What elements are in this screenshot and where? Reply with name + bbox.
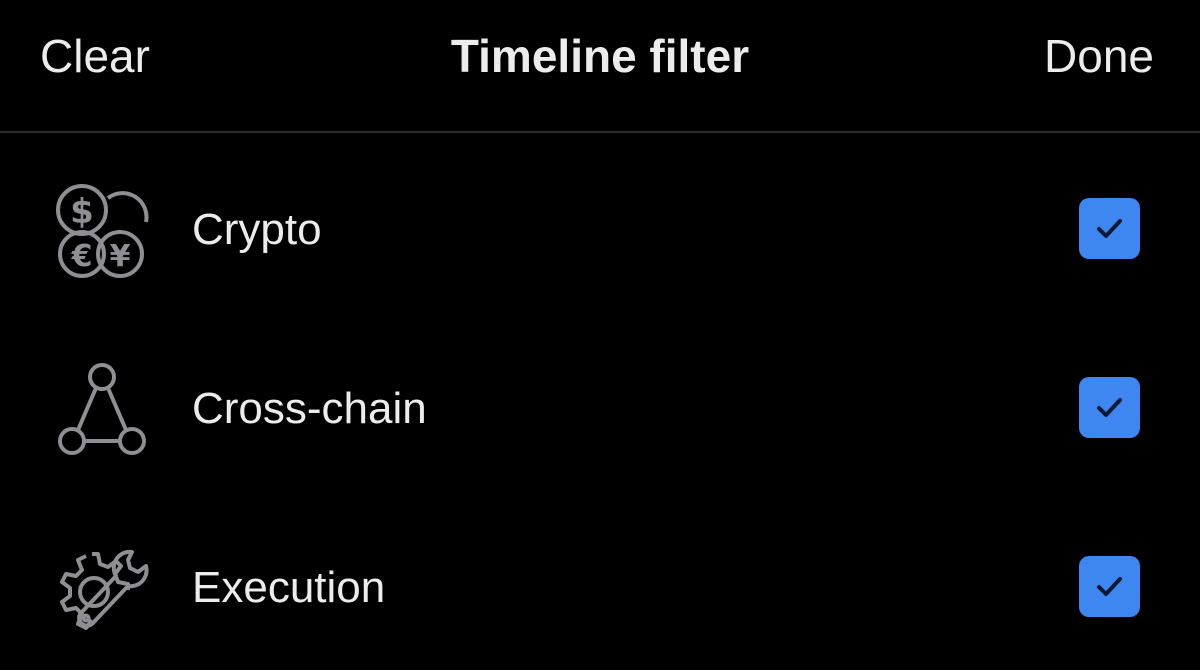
filter-row-execution[interactable]: Execution	[0, 513, 1200, 663]
triangle-network-icon	[50, 361, 150, 457]
svg-text:$: $	[70, 192, 94, 232]
crypto-checkbox[interactable]	[1079, 198, 1140, 259]
done-button[interactable]: Done	[1044, 28, 1154, 84]
page-title: Timeline filter	[450, 30, 750, 82]
svg-text:€: €	[71, 239, 93, 274]
filter-row-cross-chain[interactable]: Cross-chain	[0, 334, 1200, 484]
filter-row-crypto[interactable]: $ € ¥ Crypto	[0, 155, 1200, 305]
filter-label: Execution	[192, 563, 386, 612]
checkmark-icon	[1097, 577, 1122, 596]
svg-text:¥: ¥	[110, 239, 131, 274]
execution-checkbox[interactable]	[1079, 556, 1140, 617]
header-bar: Clear Timeline filter Done	[0, 0, 1200, 132]
filter-label: Cross-chain	[192, 384, 427, 433]
filter-label: Crypto	[192, 205, 322, 254]
checkmark-icon	[1097, 219, 1122, 238]
header-divider	[0, 131, 1200, 133]
gear-wrench-icon	[50, 540, 150, 636]
currency-coins-icon: $ € ¥	[50, 182, 150, 278]
cross-chain-checkbox[interactable]	[1079, 377, 1140, 438]
checkmark-icon	[1097, 398, 1122, 417]
